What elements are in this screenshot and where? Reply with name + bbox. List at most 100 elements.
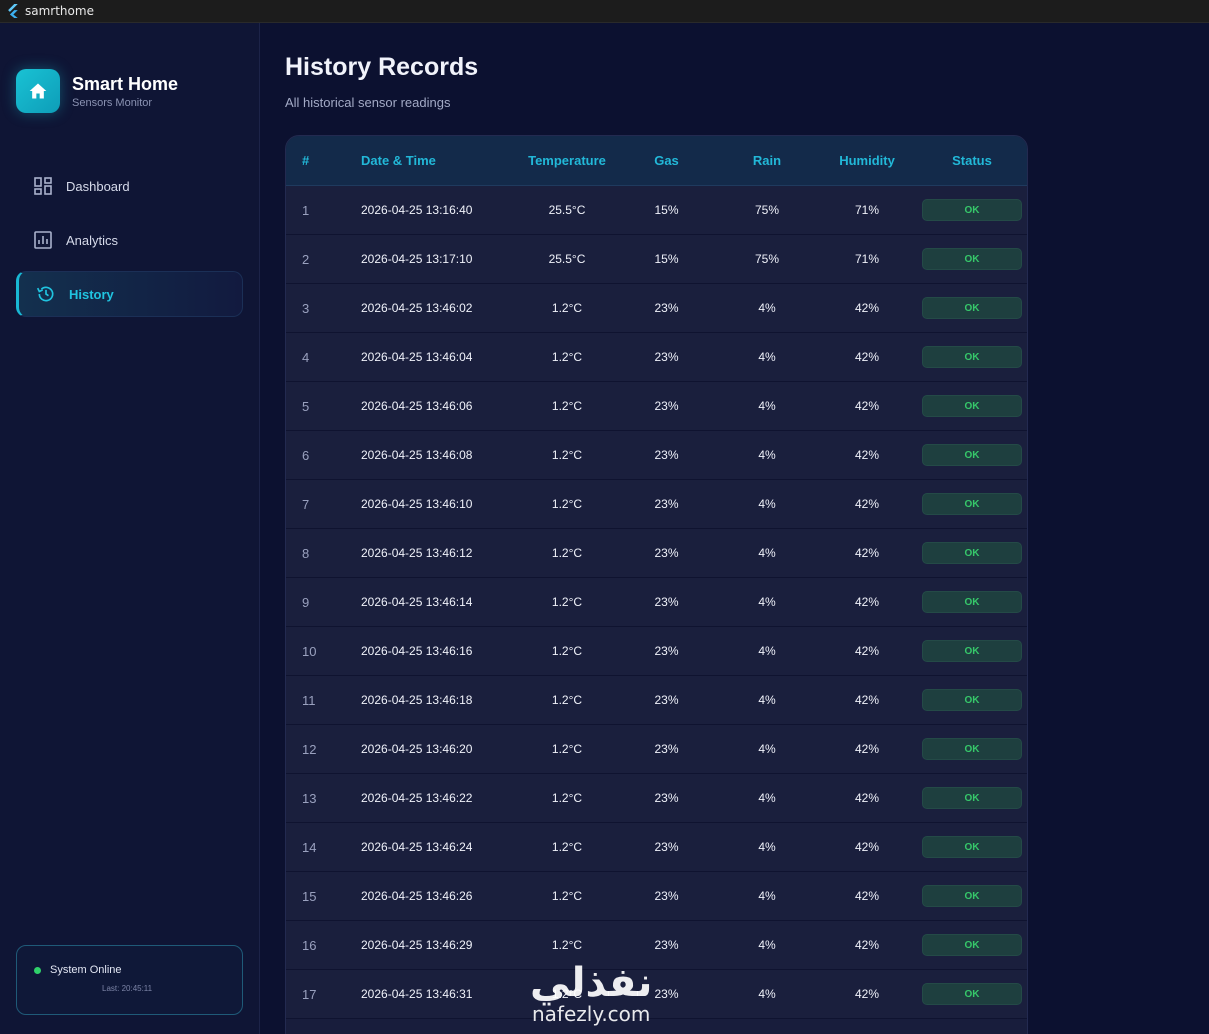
- history-icon: [36, 284, 56, 304]
- status-indicator-dot: [34, 966, 41, 974]
- table-row[interactable]: 5 2026-04-25 13:46:06 1.2°C 23% 4% 42% OK: [286, 382, 1027, 431]
- table-row[interactable]: 12 2026-04-25 13:46:20 1.2°C 23% 4% 42% OK: [286, 725, 1027, 774]
- window-title: samrthome: [25, 4, 94, 18]
- row-index: 4: [302, 349, 310, 365]
- row-humidity: 42%: [854, 840, 880, 854]
- row-temperature: 1.2°C: [551, 889, 583, 903]
- table-row[interactable]: 17 2026-04-25 13:46:31 1.2°C 23% 4% 42% OK: [286, 970, 1027, 1019]
- row-index: 14: [302, 839, 317, 855]
- row-gas: 23%: [654, 644, 679, 658]
- status-badge: OK: [922, 297, 1022, 319]
- row-gas: 15%: [654, 203, 679, 217]
- status-badge: OK: [922, 689, 1022, 711]
- column-header-status[interactable]: Status: [917, 153, 1027, 168]
- row-status: OK: [917, 738, 1027, 760]
- column-header-index[interactable]: #: [286, 153, 361, 168]
- row-humidity: 42%: [854, 742, 880, 756]
- row-humidity: 42%: [854, 301, 880, 315]
- row-status: OK: [917, 493, 1027, 515]
- sidebar-item-label: History: [69, 286, 114, 302]
- table-row[interactable]: 11 2026-04-25 13:46:18 1.2°C 23% 4% 42% OK: [286, 676, 1027, 725]
- row-gas: 23%: [654, 595, 679, 609]
- row-status: OK: [917, 542, 1027, 564]
- sidebar-item-analytics[interactable]: Analytics: [16, 217, 243, 263]
- status-badge: OK: [922, 934, 1022, 956]
- row-index: 7: [302, 496, 310, 512]
- row-status: OK: [917, 346, 1027, 368]
- row-date-time: 2026-04-25 13:16:40: [361, 203, 473, 217]
- row-temperature: 1.2°C: [551, 938, 583, 952]
- row-temperature: 1.2°C: [551, 987, 583, 1001]
- row-rain: 75%: [754, 252, 780, 266]
- flutter-logo-icon: [8, 4, 18, 18]
- row-date-time: 2026-04-25 13:46:31: [361, 987, 473, 1001]
- row-temperature: 1.2°C: [551, 840, 583, 854]
- table-body: 1 2026-04-25 13:16:40 25.5°C 15% 75% 71% OK 2 20…: [286, 186, 1027, 1019]
- row-status: OK: [917, 199, 1027, 221]
- row-gas: 23%: [654, 742, 679, 756]
- row-rain: 4%: [758, 742, 776, 756]
- system-status-card: System Online Last: 20:45:11: [16, 945, 243, 1015]
- row-status: OK: [917, 591, 1027, 613]
- table-row[interactable]: 4 2026-04-25 13:46:04 1.2°C 23% 4% 42% OK: [286, 333, 1027, 382]
- status-badge: OK: [922, 983, 1022, 1005]
- table-row[interactable]: 14 2026-04-25 13:46:24 1.2°C 23% 4% 42% OK: [286, 823, 1027, 872]
- row-humidity: 42%: [854, 889, 880, 903]
- column-header-date[interactable]: Date & Time: [361, 153, 518, 168]
- row-gas: 23%: [654, 301, 679, 315]
- row-status: OK: [917, 248, 1027, 270]
- row-rain: 4%: [758, 448, 776, 462]
- column-header-temperature[interactable]: Temperature: [518, 153, 616, 168]
- row-index: 10: [302, 643, 317, 659]
- table-row[interactable]: 15 2026-04-25 13:46:26 1.2°C 23% 4% 42% OK: [286, 872, 1027, 921]
- window-titlebar: samrthome: [0, 0, 1209, 23]
- row-humidity: 42%: [854, 546, 880, 560]
- table-row[interactable]: 16 2026-04-25 13:46:29 1.2°C 23% 4% 42% OK: [286, 921, 1027, 970]
- status-badge: OK: [922, 591, 1022, 613]
- row-date-time: 2026-04-25 13:46:06: [361, 399, 473, 413]
- row-index: 13: [302, 790, 317, 806]
- table-row[interactable]: 10 2026-04-25 13:46:16 1.2°C 23% 4% 42% OK: [286, 627, 1027, 676]
- sidebar-item-label: Dashboard: [66, 178, 130, 194]
- row-index: 8: [302, 545, 310, 561]
- sidebar-item-history[interactable]: History: [16, 271, 243, 317]
- row-temperature: 1.2°C: [551, 644, 583, 658]
- row-temperature: 25.5°C: [548, 203, 586, 217]
- row-date-time: 2026-04-25 13:46:24: [361, 840, 473, 854]
- table-row[interactable]: 3 2026-04-25 13:46:02 1.2°C 23% 4% 42% OK: [286, 284, 1027, 333]
- row-temperature: 1.2°C: [551, 595, 583, 609]
- row-rain: 75%: [754, 203, 780, 217]
- row-date-time: 2026-04-25 13:46:04: [361, 350, 473, 364]
- row-date-time: 2026-04-25 13:46:29: [361, 938, 473, 952]
- row-rain: 4%: [758, 350, 776, 364]
- row-date-time: 2026-04-25 13:46:20: [361, 742, 473, 756]
- table-row[interactable]: 8 2026-04-25 13:46:12 1.2°C 23% 4% 42% OK: [286, 529, 1027, 578]
- row-temperature: 1.2°C: [551, 693, 583, 707]
- row-temperature: 1.2°C: [551, 546, 583, 560]
- table-row[interactable]: 6 2026-04-25 13:46:08 1.2°C 23% 4% 42% OK: [286, 431, 1027, 480]
- row-gas: 23%: [654, 987, 679, 1001]
- row-gas: 15%: [654, 252, 679, 266]
- table-row[interactable]: 2 2026-04-25 13:17:10 25.5°C 15% 75% 71% OK: [286, 235, 1027, 284]
- table-row[interactable]: 9 2026-04-25 13:46:14 1.2°C 23% 4% 42% OK: [286, 578, 1027, 627]
- table-row[interactable]: 1 2026-04-25 13:16:40 25.5°C 15% 75% 71% OK: [286, 186, 1027, 235]
- table-row[interactable]: 7 2026-04-25 13:46:10 1.2°C 23% 4% 42% OK: [286, 480, 1027, 529]
- row-status: OK: [917, 444, 1027, 466]
- status-badge: OK: [922, 885, 1022, 907]
- row-index: 17: [302, 986, 317, 1002]
- column-header-rain[interactable]: Rain: [717, 153, 817, 168]
- page-subtitle: All historical sensor readings: [285, 95, 451, 110]
- status-badge: OK: [922, 787, 1022, 809]
- row-rain: 4%: [758, 791, 776, 805]
- home-icon: [16, 69, 60, 113]
- row-humidity: 42%: [854, 448, 880, 462]
- row-index: 1: [302, 202, 310, 218]
- row-temperature: 1.2°C: [551, 791, 583, 805]
- row-gas: 23%: [654, 840, 679, 854]
- column-header-humidity[interactable]: Humidity: [817, 153, 917, 168]
- table-row[interactable]: 13 2026-04-25 13:46:22 1.2°C 23% 4% 42% OK: [286, 774, 1027, 823]
- row-status: OK: [917, 983, 1027, 1005]
- column-header-gas[interactable]: Gas: [616, 153, 717, 168]
- sidebar-item-dashboard[interactable]: Dashboard: [16, 163, 243, 209]
- row-index: 12: [302, 741, 317, 757]
